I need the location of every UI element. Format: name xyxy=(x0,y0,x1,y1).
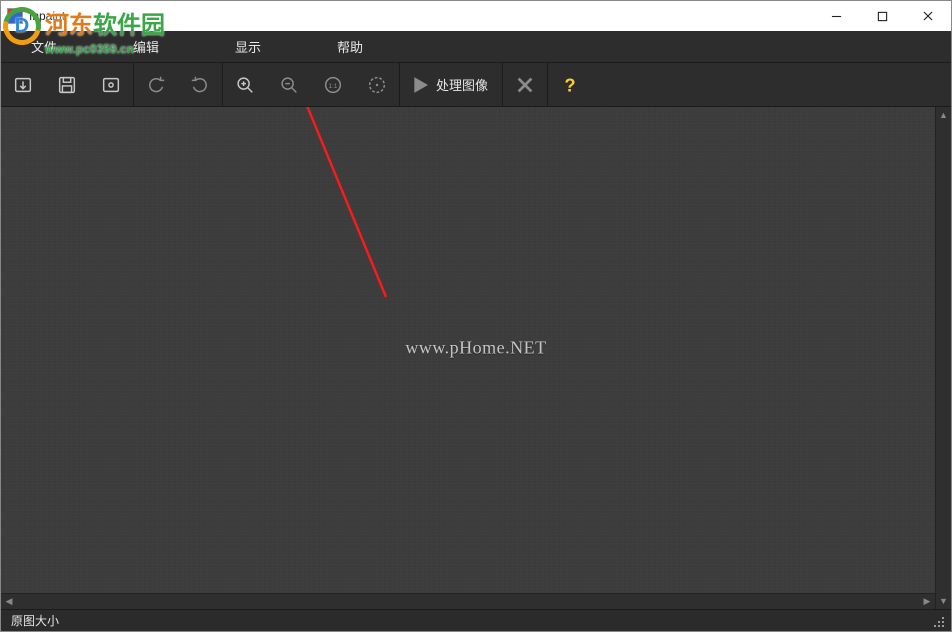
cancel-icon xyxy=(514,74,536,96)
window-title: Inpaint xyxy=(29,9,65,23)
export-icon xyxy=(100,74,122,96)
menu-view[interactable]: 显示 xyxy=(219,31,277,62)
annotation-arrow xyxy=(196,107,396,307)
scroll-right-icon[interactable]: ▶ xyxy=(919,594,935,609)
canvas-area[interactable]: www.pHome.NET ▲ ▼ ◀ ▶ xyxy=(1,107,951,609)
scroll-up-icon[interactable]: ▲ xyxy=(936,107,951,123)
app-window: Inpaint 河东软件园 www.pc0359.cn 文件 编辑 显示 帮助 xyxy=(0,0,952,632)
zoom-11-icon: 1:1 xyxy=(322,74,344,96)
zoom-fit-button[interactable] xyxy=(355,63,399,107)
vertical-scrollbar[interactable]: ▲ ▼ xyxy=(935,107,951,609)
menu-edit[interactable]: 编辑 xyxy=(117,31,175,62)
statusbar: 原图大小 xyxy=(1,609,951,631)
scroll-down-icon[interactable]: ▼ xyxy=(936,593,951,609)
zoom-out-icon xyxy=(278,74,300,96)
cancel-button[interactable] xyxy=(503,63,547,107)
undo-button[interactable] xyxy=(134,63,178,107)
zoom-fit-icon xyxy=(366,74,388,96)
help-icon: ? xyxy=(559,74,581,96)
app-icon xyxy=(7,8,23,24)
status-text: 原图大小 xyxy=(11,612,59,629)
minimize-button[interactable] xyxy=(813,1,859,31)
canvas-center-watermark: www.pHome.NET xyxy=(405,337,546,358)
close-button[interactable] xyxy=(905,1,951,31)
svg-text:?: ? xyxy=(564,74,575,95)
resize-grip-icon[interactable] xyxy=(931,614,945,628)
open-icon xyxy=(12,74,34,96)
zoom-in-icon xyxy=(234,74,256,96)
window-controls xyxy=(813,1,951,31)
zoom-out-button[interactable] xyxy=(267,63,311,107)
save-button[interactable] xyxy=(45,63,89,107)
help-button[interactable]: ? xyxy=(548,63,592,107)
redo-button[interactable] xyxy=(178,63,222,107)
maximize-button[interactable] xyxy=(859,1,905,31)
svg-text:1:1: 1:1 xyxy=(329,82,338,89)
menu-file[interactable]: 文件 xyxy=(15,31,73,62)
scroll-left-icon[interactable]: ◀ xyxy=(1,594,17,609)
zoom-actual-button[interactable]: 1:1 xyxy=(311,63,355,107)
process-label[interactable]: 处理图像 xyxy=(436,75,502,94)
menu-help[interactable]: 帮助 xyxy=(321,31,379,62)
redo-icon xyxy=(189,74,211,96)
titlebar[interactable]: Inpaint xyxy=(1,1,951,31)
save-icon xyxy=(56,74,78,96)
toolbar: 1:1 处理图像 ? xyxy=(1,63,951,107)
export-button[interactable] xyxy=(89,63,133,107)
horizontal-scrollbar[interactable]: ◀ ▶ xyxy=(1,593,935,609)
zoom-in-button[interactable] xyxy=(223,63,267,107)
process-button[interactable] xyxy=(400,63,436,107)
undo-icon xyxy=(145,74,167,96)
menubar: 文件 编辑 显示 帮助 xyxy=(1,31,951,63)
play-icon xyxy=(410,75,430,95)
open-button[interactable] xyxy=(1,63,45,107)
